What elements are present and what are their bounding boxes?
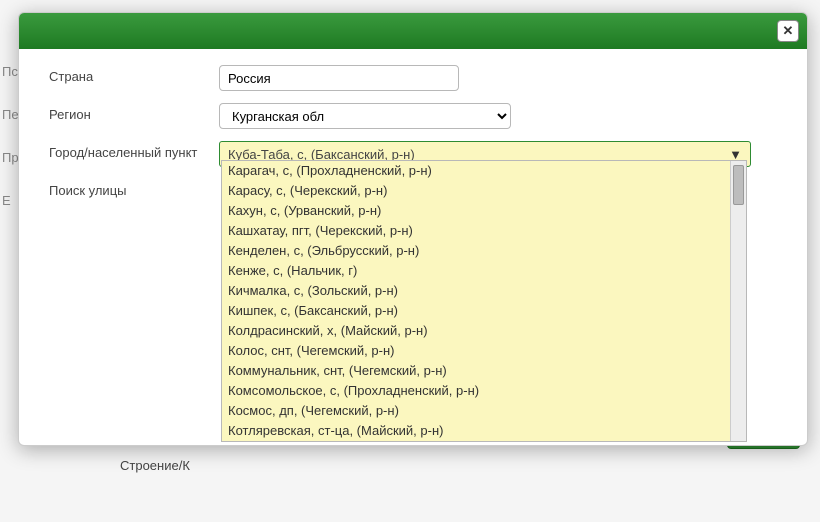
background-left-column: Пс Пе Пр Е — [0, 0, 18, 522]
city-option[interactable]: Комсомольское, с, (Прохладненский, р-н) — [222, 381, 730, 401]
city-option[interactable]: Кичмалка, с, (Зольский, р-н) — [222, 281, 730, 301]
city-option[interactable]: Колос, снт, (Чегемский, р-н) — [222, 341, 730, 361]
city-option[interactable]: Кишпек, с, (Баксанский, р-н) — [222, 301, 730, 321]
city-option[interactable]: Космос, дп, (Чегемский, р-н) — [222, 401, 730, 421]
city-dropdown: Карагач, с, (Прохладненский, р-н)Карасу,… — [221, 160, 747, 442]
bg-label: Пе — [0, 107, 18, 122]
bg-label: Пр — [0, 150, 18, 165]
city-option[interactable]: Коммунальник, снт, (Чегемский, р-н) — [222, 361, 730, 381]
city-option[interactable]: Котляревская, ст-ца, (Майский, р-н) — [222, 421, 730, 441]
city-option[interactable]: Кенделен, с, (Эльбрусский, р-н) — [222, 241, 730, 261]
city-dropdown-list: Карагач, с, (Прохладненский, р-н)Карасу,… — [222, 161, 730, 441]
country-label: Страна — [49, 65, 209, 84]
scrollbar[interactable] — [730, 161, 746, 441]
city-option[interactable]: Кенже, с, (Нальчик, г) — [222, 261, 730, 281]
bg-label: Е — [0, 193, 18, 208]
close-icon: ✕ — [783, 23, 794, 39]
street-label: Поиск улицы — [49, 179, 209, 198]
city-option[interactable]: Карасу, с, (Черекский, р-н) — [222, 181, 730, 201]
city-option[interactable]: Карагач, с, (Прохладненский, р-н) — [222, 161, 730, 181]
address-modal: ✕ Страна Регион Курганская обл Город/нас… — [18, 12, 808, 446]
city-label: Город/населенный пункт — [49, 141, 209, 160]
building-label: Строение/К — [120, 458, 190, 473]
region-label: Регион — [49, 103, 209, 122]
scrollbar-thumb[interactable] — [733, 165, 744, 205]
close-button[interactable]: ✕ — [777, 20, 799, 42]
city-option[interactable]: Кахун, с, (Урванский, р-н) — [222, 201, 730, 221]
modal-header: ✕ — [19, 13, 807, 49]
country-input[interactable] — [219, 65, 459, 91]
city-option[interactable]: Колдрасинский, х, (Майский, р-н) — [222, 321, 730, 341]
city-option[interactable]: Кашхатау, пгт, (Черекский, р-н) — [222, 221, 730, 241]
region-select[interactable]: Курганская обл — [219, 103, 511, 129]
bg-label: Пс — [0, 64, 18, 79]
